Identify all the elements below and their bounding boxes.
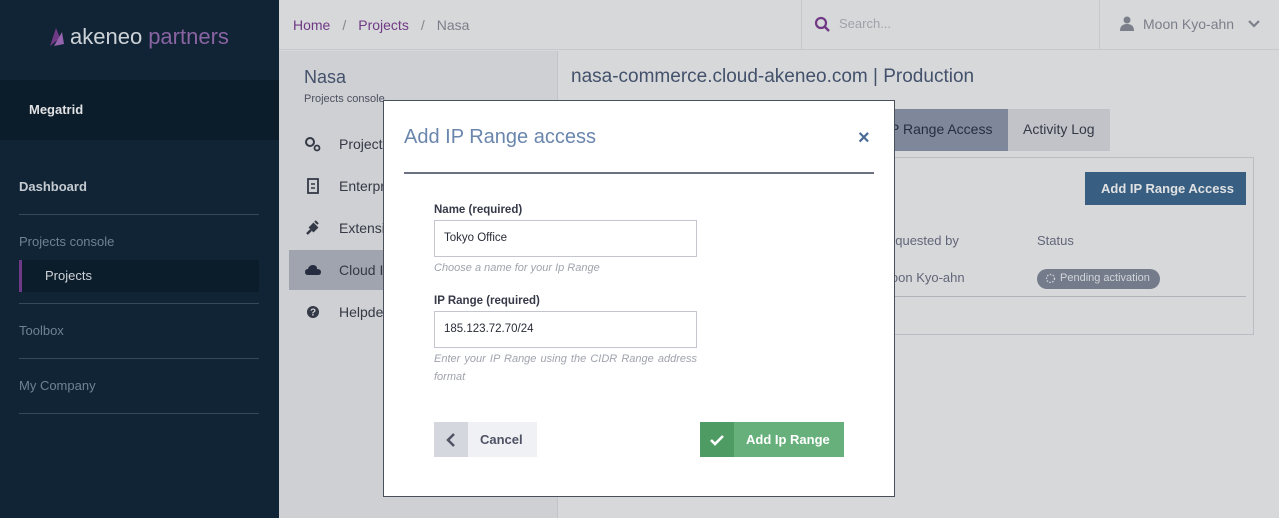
modal-divider xyxy=(404,172,874,174)
ip-range-label: IP Range (required) xyxy=(434,295,540,307)
cancel-button-label: Cancel xyxy=(480,432,523,447)
add-ip-range-modal: Add IP Range access × Name (required) To… xyxy=(383,100,895,497)
name-hint: Choose a name for your Ip Range xyxy=(434,262,600,274)
close-icon[interactable]: × xyxy=(858,127,870,150)
add-ip-range-button-label: Add Ip Range xyxy=(746,432,830,447)
modal-title: Add IP Range access xyxy=(404,126,596,148)
add-ip-range-button[interactable]: Add Ip Range xyxy=(700,422,844,457)
cancel-button[interactable]: Cancel xyxy=(434,422,537,457)
ip-range-input[interactable]: 185.123.72.70/24 xyxy=(434,311,697,348)
name-input[interactable]: Tokyo Office xyxy=(434,220,697,257)
check-icon xyxy=(700,422,734,457)
name-label: Name (required) xyxy=(434,204,523,216)
chevron-left-icon xyxy=(434,422,468,457)
ip-range-hint: Enter your IP Range using the CIDR Range… xyxy=(434,353,697,383)
